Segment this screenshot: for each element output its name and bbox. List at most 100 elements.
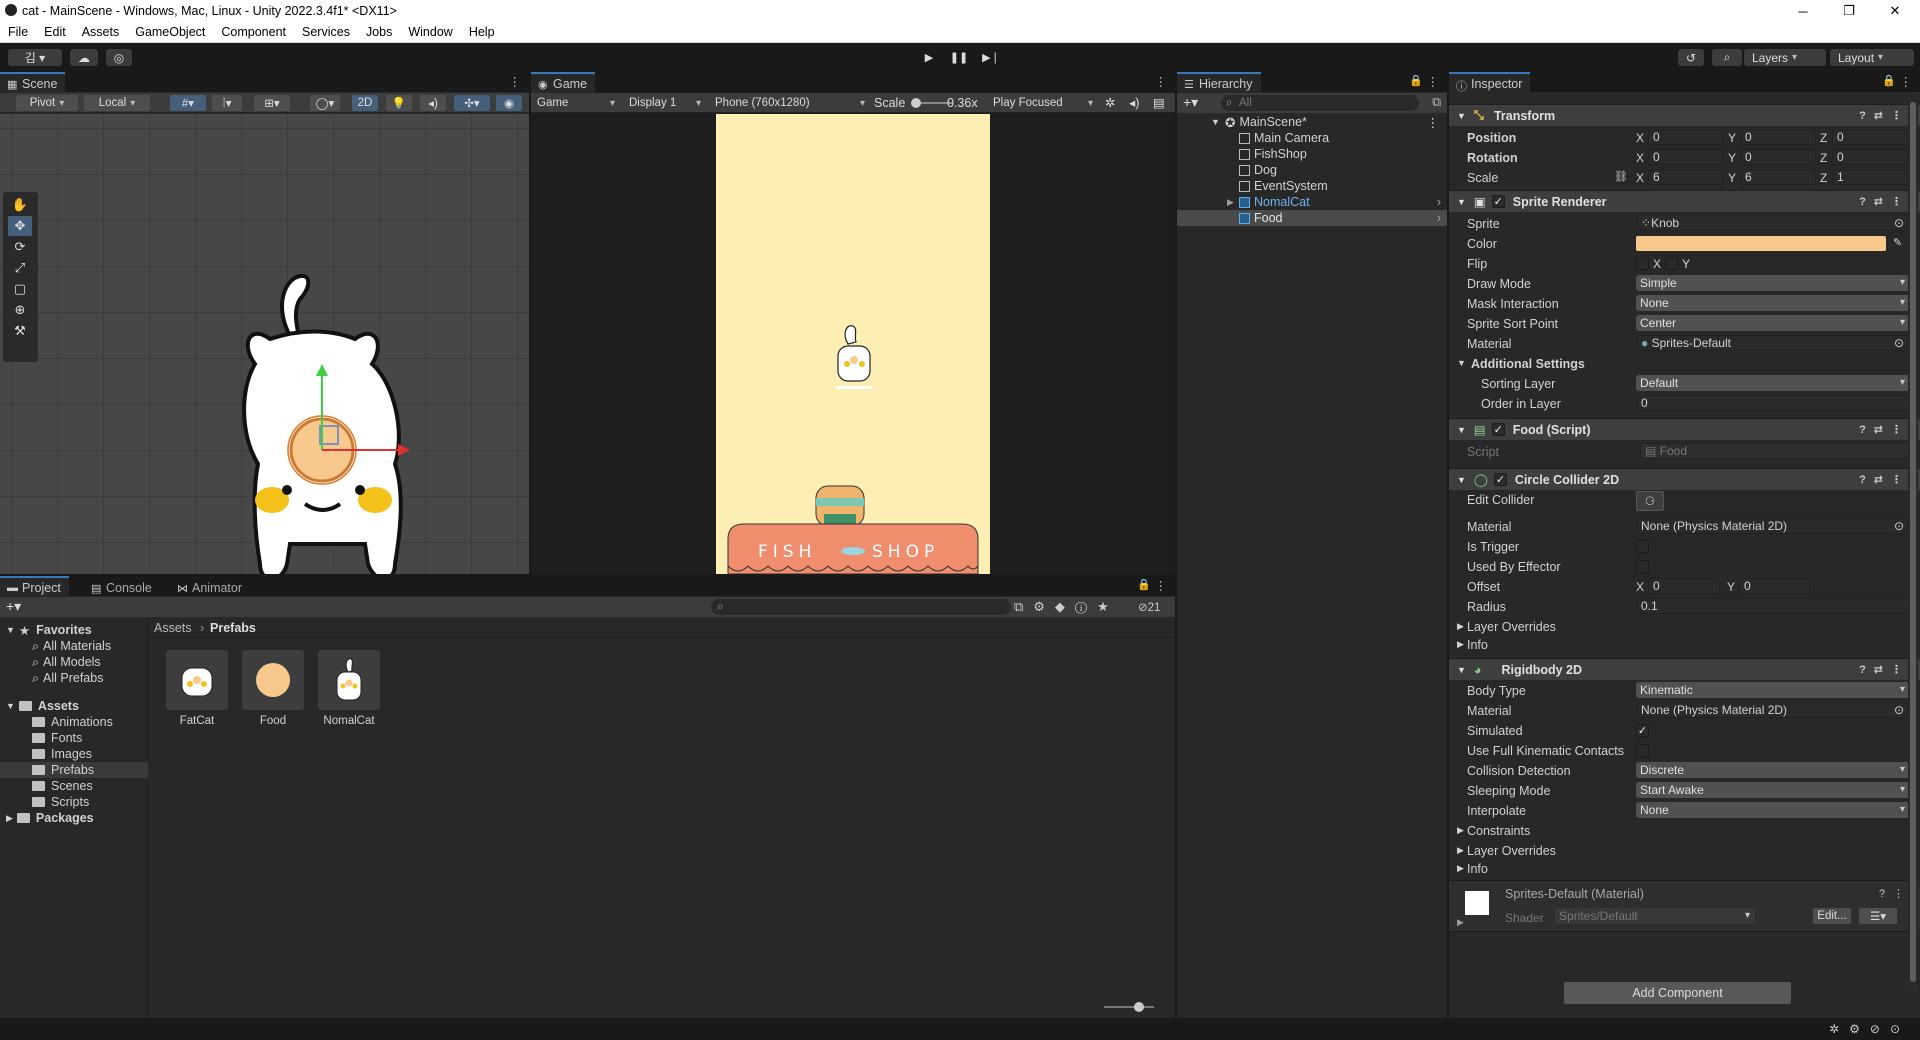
position-z-field[interactable]: 0 (1832, 129, 1908, 145)
radius-field[interactable]: 0.1 (1636, 598, 1910, 614)
menu-assets[interactable]: Assets (74, 25, 128, 39)
scale-tool-icon[interactable]: ⤢ (8, 258, 32, 278)
object-picker-icon[interactable]: ⊙ (1894, 703, 1904, 717)
component-icons[interactable]: ?⇄⋮ (1859, 663, 1910, 676)
interpolate-dropdown[interactable]: None (1636, 802, 1910, 818)
scale-x-field[interactable]: 6 (1648, 169, 1724, 185)
expand-icon[interactable]: ▶ (1227, 197, 1234, 208)
collision-detection-dropdown[interactable]: Discrete (1636, 762, 1910, 778)
minimize-button[interactable]: ─ (1780, 0, 1826, 22)
rigidbody-header[interactable]: ▼ ◕ Rigidbody 2D ?⇄⋮ (1449, 658, 1920, 680)
scene-viewport[interactable] (0, 114, 529, 574)
favorites-row[interactable]: ▼ ★ Favorites (6, 622, 92, 638)
mask-interaction-dropdown[interactable]: None (1636, 295, 1910, 311)
move-tool-icon[interactable]: ✥ (8, 216, 32, 236)
chevron-right-icon[interactable]: › (1437, 211, 1441, 225)
tab-project[interactable]: ▬ Project (0, 576, 69, 597)
additional-settings-row[interactable]: ▼ Additional Settings (1449, 355, 1920, 373)
visibility-icon[interactable]: ◉ (496, 95, 522, 111)
rotation-z-field[interactable]: 0 (1832, 149, 1908, 165)
panel-menu-icon[interactable]: ⋮ (1427, 74, 1440, 89)
search-icon[interactable]: ⌕ (1712, 49, 1742, 66)
tab-animator[interactable]: ⋈ Animator (170, 576, 250, 597)
scale-slider-thumb[interactable] (911, 98, 921, 108)
resolution-dropdown[interactable]: Phone (760x1280) (711, 95, 869, 111)
hierarchy-item-fishshop[interactable]: FishShop (1177, 146, 1447, 162)
used-by-effector-checkbox[interactable] (1636, 560, 1649, 573)
bug-icon[interactable]: ✲ (1105, 95, 1115, 110)
game-view-dropdown[interactable]: Game (533, 95, 619, 111)
play-button[interactable]: ▶ (916, 49, 942, 66)
sprite-field[interactable]: ⁘Knob ⊙ (1636, 215, 1908, 231)
cc-material-field[interactable]: None (Physics Material 2D) ⊙ (1636, 518, 1908, 534)
edit-collider-button[interactable]: ⚆ (1636, 491, 1664, 511)
rect-tool-icon[interactable]: ▢ (8, 279, 32, 299)
color-swatch[interactable] (1636, 236, 1886, 251)
scene-root-item[interactable]: ▼ ✪ MainScene* ⋮ (1177, 114, 1447, 130)
offset-x-field[interactable]: 0 (1648, 578, 1720, 594)
hand-tool-icon[interactable]: ✋ (8, 195, 32, 215)
increment-snap-icon[interactable]: ⊞▾ (254, 95, 290, 111)
object-picker-icon[interactable]: ⊙ (1894, 519, 1904, 533)
scrollbar-thumb[interactable] (1910, 102, 1916, 982)
history-icon[interactable]: ↺ (1678, 49, 1704, 66)
lighting-icon[interactable]: 💡 (386, 95, 412, 111)
menu-file[interactable]: File (0, 25, 36, 39)
hierarchy-item-nomalcat[interactable]: ▶ NomalCat › (1177, 194, 1447, 210)
menu-component[interactable]: Component (213, 25, 294, 39)
tab-console[interactable]: ▤ Console (84, 576, 160, 597)
chevron-right-icon[interactable]: › (1437, 195, 1441, 209)
panel-menu-icon[interactable]: ⋮ (1155, 74, 1168, 89)
add-component-button[interactable]: Add Component (1564, 982, 1791, 1004)
mute-icon[interactable]: ◂) (1129, 95, 1139, 110)
rotation-x-field[interactable]: 0 (1648, 149, 1724, 165)
shader-dropdown[interactable]: Sprites/Default (1555, 908, 1755, 924)
panel-menu-icon[interactable]: ⋮ (509, 74, 522, 89)
collab-icon[interactable]: ◎ (106, 49, 132, 66)
cc-info-row[interactable]: ▶ Info (1449, 636, 1920, 654)
component-icons[interactable]: ?⇄⋮ (1859, 473, 1910, 486)
custom-tool-icon[interactable]: ⚒ (8, 321, 32, 341)
grid-snap-icon[interactable]: #▾ (170, 95, 206, 111)
component-icons[interactable]: ?⇄⋮ (1859, 195, 1910, 208)
position-x-field[interactable]: 0 (1648, 129, 1724, 145)
prefab-nomalcat[interactable]: NomalCat (318, 650, 380, 727)
scale-z-field[interactable]: 1 (1832, 169, 1908, 185)
scale-y-field[interactable]: 6 (1740, 169, 1816, 185)
display-dropdown[interactable]: Display 1 (625, 95, 705, 111)
menu-jobs[interactable]: Jobs (358, 25, 400, 39)
inspector-scrollbar[interactable] (1908, 94, 1918, 994)
rb-material-field[interactable]: None (Physics Material 2D) ⊙ (1636, 702, 1908, 718)
hierarchy-search-input[interactable]: All ⌕ (1221, 95, 1419, 111)
folder-fonts[interactable]: Fonts (32, 730, 82, 746)
flip-y-checkbox[interactable] (1665, 257, 1678, 270)
add-icon[interactable]: +▾ (1183, 94, 1198, 111)
packages-row[interactable]: ▶ Packages (6, 810, 94, 826)
folder-animations[interactable]: Animations (32, 714, 113, 730)
stats-icon[interactable]: ▤ (1153, 95, 1165, 110)
draw-mode-dropdown[interactable]: Simple (1636, 275, 1910, 291)
edit-shader-button[interactable]: Edit... (1813, 908, 1851, 924)
enabled-checkbox[interactable]: ✓ (1491, 195, 1505, 208)
shader-options-icon[interactable]: ☰▾ (1859, 908, 1897, 924)
sleeping-mode-dropdown[interactable]: Start Awake (1636, 782, 1910, 798)
layout-dropdown[interactable]: Layout (1830, 49, 1914, 66)
folder-scenes[interactable]: Scenes (32, 778, 93, 794)
pause-button[interactable]: ❚❚ (946, 49, 972, 66)
object-picker-icon[interactable]: ⊙ (1894, 336, 1904, 350)
menu-edit[interactable]: Edit (36, 25, 74, 39)
order-in-layer-field[interactable]: 0 (1636, 395, 1910, 411)
sprite-renderer-header[interactable]: ▼ ▣ ✓ Sprite Renderer ?⇄⋮ (1449, 190, 1920, 212)
circle-collider-header[interactable]: ▼ ◯ ✓ Circle Collider 2D ?⇄⋮ (1449, 468, 1920, 490)
object-picker-icon[interactable]: ⊙ (1894, 216, 1904, 230)
cc-layer-overrides-row[interactable]: ▶ Layer Overrides (1449, 618, 1920, 636)
component-icons[interactable]: ?⇄⋮ (1859, 423, 1910, 436)
mode-2d-button[interactable]: 2D (352, 95, 378, 111)
menu-help[interactable]: Help (461, 25, 503, 39)
assets-root-row[interactable]: ▼ Assets (6, 698, 79, 714)
prefab-food[interactable]: Food (242, 650, 304, 727)
hierarchy-item-eventsystem[interactable]: EventSystem (1177, 178, 1447, 194)
rotation-y-field[interactable]: 0 (1740, 149, 1816, 165)
shading-mode-icon[interactable]: ◯▾ (310, 95, 340, 111)
step-button[interactable]: ▶❘ (978, 49, 1004, 66)
